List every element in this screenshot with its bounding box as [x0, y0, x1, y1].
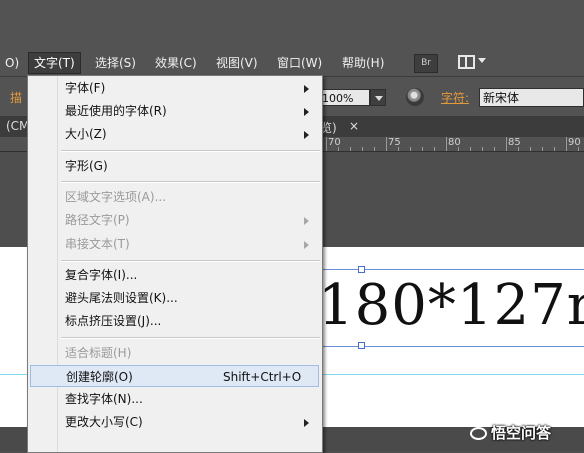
ruler-tick — [578, 147, 579, 151]
selection-handle[interactable] — [358, 266, 365, 273]
selection-bounding-box[interactable] — [316, 269, 584, 347]
menu-item-threaded-text[interactable]: 串接文本(T) — [29, 233, 321, 255]
menu-item-kinsoku-settings[interactable]: 避头尾法则设置(K)... — [29, 287, 321, 309]
ruler-tick — [494, 147, 495, 151]
menu-item-change-case[interactable]: 更改大小写(C) — [29, 411, 321, 433]
ruler-tick — [386, 137, 387, 151]
ruler-tick — [458, 147, 459, 151]
chat-bubble-icon — [470, 427, 487, 440]
submenu-arrow-icon — [304, 241, 309, 249]
zoom-dropdown-button[interactable] — [370, 89, 386, 106]
ruler-tick — [434, 147, 435, 151]
ruler-tick — [410, 147, 411, 151]
menu-item-area-type-options[interactable]: 区域文字选项(A)... — [29, 186, 321, 208]
menu-separator — [61, 181, 320, 183]
submenu-arrow-icon — [304, 419, 309, 427]
bridge-button[interactable]: Br — [414, 54, 438, 73]
ruler-tick — [422, 147, 423, 151]
ruler-tick — [530, 147, 531, 151]
watermark-text: 悟空问答 — [491, 424, 552, 442]
menu-item-size[interactable]: 大小(Z) — [29, 123, 321, 145]
ruler-tick — [566, 137, 567, 151]
globe-icon[interactable] — [406, 88, 424, 106]
chevron-down-icon — [478, 58, 486, 63]
ruler-tick — [470, 147, 471, 151]
ruler-tick — [338, 147, 339, 151]
watermark-logo: 悟空问答 — [470, 422, 584, 444]
submenu-arrow-icon — [304, 85, 309, 93]
document-tab[interactable]: (CM — [6, 119, 29, 133]
menu-item-type-on-path[interactable]: 路径文字(P) — [29, 209, 321, 231]
arrange-documents-button[interactable] — [458, 54, 488, 72]
ruler-tick — [446, 137, 447, 151]
menu-select[interactable]: 选择(S) — [90, 54, 141, 72]
menu-type[interactable]: 文字(T) — [28, 52, 81, 74]
layout-icon — [458, 55, 475, 69]
ruler-tick — [518, 147, 519, 151]
type-menu-dropdown: 字体(F) 最近使用的字体(R) 大小(Z) 字形(G) 区域文字选项(A)..… — [27, 75, 323, 453]
ruler-tick — [362, 147, 363, 151]
ruler-tick — [374, 147, 375, 151]
selection-handle[interactable] — [358, 342, 365, 349]
shortcut-label: Shift+Ctrl+O — [223, 370, 302, 384]
ruler-tick — [326, 137, 327, 151]
ruler-tick — [398, 147, 399, 151]
menu-object[interactable]: O) — [0, 54, 24, 72]
submenu-arrow-icon — [304, 131, 309, 139]
menu-item-find-font[interactable]: 查找字体(N)... — [29, 388, 321, 410]
menu-item-composite-fonts[interactable]: 复合字体(I)... — [29, 264, 321, 286]
menu-item-glyphs[interactable]: 字形(G) — [29, 155, 321, 177]
menu-view[interactable]: 视图(V) — [211, 54, 263, 72]
menu-item-fit-headline[interactable]: 适合标题(H) — [29, 342, 321, 364]
close-icon[interactable]: × — [349, 119, 359, 133]
character-panel-link[interactable]: 字符: — [441, 89, 469, 106]
ruler-tick — [350, 147, 351, 151]
menu-help[interactable]: 帮助(H) — [337, 54, 389, 72]
ruler-tick — [542, 147, 543, 151]
menu-separator — [61, 337, 320, 339]
menu-effect[interactable]: 效果(C) — [150, 54, 202, 72]
font-family-field[interactable]: 新宋体 — [479, 88, 584, 107]
title-bar-area — [0, 0, 584, 49]
menu-item-font[interactable]: 字体(F) — [29, 77, 321, 99]
menu-separator — [61, 150, 320, 152]
zoom-field[interactable]: 100% — [318, 89, 370, 106]
ruler-tick — [554, 147, 555, 151]
control-left-label[interactable]: 描 — [10, 89, 22, 106]
menu-separator — [61, 260, 320, 262]
ruler-tick — [506, 137, 507, 151]
menu-window[interactable]: 窗口(W) — [272, 54, 327, 72]
menu-bar: O) 文字(T) 选择(S) 效果(C) 视图(V) 窗口(W) 帮助(H) — [0, 49, 584, 77]
menu-item-recent-fonts[interactable]: 最近使用的字体(R) — [29, 100, 321, 122]
ruler-tick — [482, 147, 483, 151]
menu-item-create-outlines[interactable]: 创建轮廓(O) Shift+Ctrl+O — [30, 365, 319, 387]
submenu-arrow-icon — [304, 217, 309, 225]
menu-item-mojikumi-settings[interactable]: 标点挤压设置(J)... — [29, 310, 321, 332]
submenu-arrow-icon — [304, 108, 309, 116]
